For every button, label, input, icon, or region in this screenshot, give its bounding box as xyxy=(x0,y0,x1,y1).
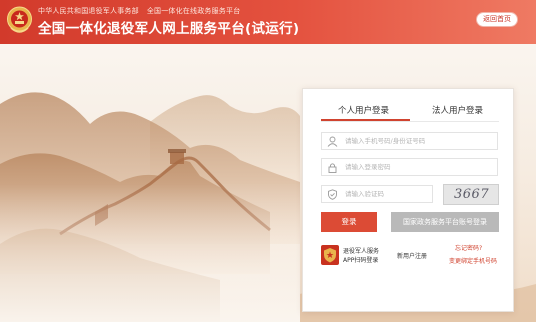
login-panel: 个人用户登录 法人用户登录 3667 登录 国家政务服务平台账号登录 xyxy=(302,88,514,312)
captcha-image[interactable]: 3667 xyxy=(443,184,499,205)
gov-account-login-button[interactable]: 国家政务服务平台账号登录 xyxy=(391,212,499,232)
change-phone-link[interactable]: 变更绑定手机号码 xyxy=(449,256,497,265)
captcha-field xyxy=(321,185,433,203)
back-home-button[interactable]: 返回首页 xyxy=(476,12,518,27)
login-button[interactable]: 登录 xyxy=(321,212,377,232)
lock-icon xyxy=(328,163,337,173)
app-name-label: 退役军人服务 xyxy=(343,248,380,255)
password-field xyxy=(321,158,498,176)
login-tabs: 个人用户登录 法人用户登录 xyxy=(321,102,499,122)
password-input[interactable] xyxy=(345,161,493,173)
site-title: 全国一体化退役军人网上服务平台(试运行) xyxy=(38,21,300,37)
ministry-name: 中华人民共和国退役军人事务部 xyxy=(38,7,139,15)
username-field xyxy=(321,132,498,150)
captcha-text: 3667 xyxy=(454,187,490,202)
veteran-app-icon[interactable] xyxy=(321,245,339,265)
active-tab-indicator xyxy=(321,119,410,121)
tab-personal-login[interactable]: 个人用户登录 xyxy=(338,104,389,116)
shield-check-icon xyxy=(328,189,337,200)
tab-legal-login[interactable]: 法人用户登录 xyxy=(432,104,483,116)
captcha-input[interactable] xyxy=(345,188,429,200)
national-emblem-icon xyxy=(7,6,32,33)
top-header: 中华人民共和国退役军人事务部 全国一体化在线政务服务平台 全国一体化退役军人网上服… xyxy=(0,0,536,44)
forgot-password-link[interactable]: 忘记密码? xyxy=(455,243,482,252)
platform-name: 全国一体化在线政务服务平台 xyxy=(146,7,241,15)
user-icon xyxy=(327,136,338,147)
app-scan-login-text: 退役军人服务 APP扫码登录 xyxy=(343,247,379,265)
username-input[interactable] xyxy=(345,135,493,147)
register-link[interactable]: 新用户注册 xyxy=(397,251,427,260)
header-subtitle: 中华人民共和国退役军人事务部 全国一体化在线政务服务平台 xyxy=(38,6,240,16)
app-scan-label: APP扫码登录 xyxy=(343,257,379,264)
